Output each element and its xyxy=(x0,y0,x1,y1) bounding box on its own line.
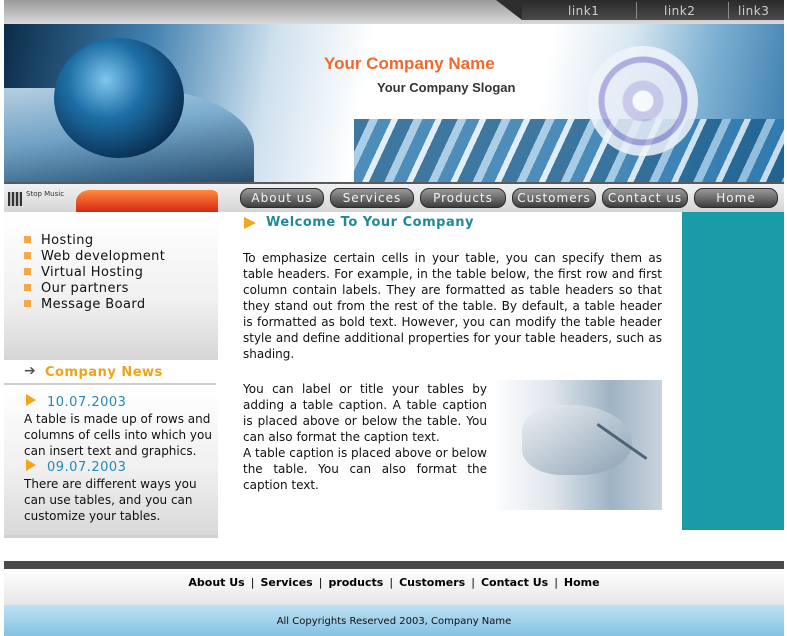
footer-link-products[interactable]: products xyxy=(328,576,383,589)
copyright-text: All Copyrights Reserved 2003, Company Na… xyxy=(4,605,784,636)
sidebar-item-virtual-hosting[interactable]: Virtual Hosting xyxy=(24,265,143,280)
top-link-1[interactable]: link1 xyxy=(568,4,599,18)
nav-about-us[interactable]: About us xyxy=(240,188,324,208)
footer-link-services[interactable]: Services xyxy=(260,576,312,589)
news-date: 09.07.2003 xyxy=(47,460,127,475)
caption-paragraph-part-2: A table caption is placed above or below… xyxy=(243,446,487,492)
company-news-title: Company News xyxy=(45,365,163,380)
sidebar-item-hosting[interactable]: Hosting xyxy=(24,233,94,248)
sidebar-item-label: Web development xyxy=(41,249,166,264)
globe-icon xyxy=(54,38,184,158)
bullet-icon xyxy=(24,268,31,275)
banner-city-graphic xyxy=(354,119,784,182)
company-news-box: 10.07.2003 A table is made up of rows an… xyxy=(4,388,218,538)
page-title: Welcome To Your Company xyxy=(266,215,474,230)
footer-link-home[interactable]: Home xyxy=(564,576,600,589)
stop-music-label: Stop Music xyxy=(26,190,65,198)
top-links-bar: link1 link2 link3 xyxy=(496,0,784,20)
nav-customers[interactable]: Customers xyxy=(512,188,596,208)
footer-separator: | xyxy=(318,576,323,589)
footer-link-customers[interactable]: Customers xyxy=(399,576,465,589)
footer-separator: | xyxy=(389,576,394,589)
footer-separator: | xyxy=(471,576,475,589)
news-text: A table is made up of rows and columns o… xyxy=(24,412,212,458)
sidebar-item-label: Hosting xyxy=(41,233,94,248)
company-name: Your Company Name xyxy=(324,54,495,73)
sidebar-item-our-partners[interactable]: Our partners xyxy=(24,281,129,296)
arrow-right-icon: ➔ xyxy=(24,363,36,379)
bullet-icon xyxy=(24,300,31,307)
stop-music-button[interactable]: Stop Music xyxy=(6,188,74,210)
disc-graphic xyxy=(588,46,698,156)
company-slogan: Your Company Slogan xyxy=(377,80,516,95)
nav-strip: Stop Music About us Services Products Cu… xyxy=(4,182,784,214)
sidebar-item-web-development[interactable]: Web development xyxy=(24,249,165,264)
triangle-marker-icon xyxy=(244,217,256,229)
nav-services[interactable]: Services xyxy=(330,188,414,208)
sidebar-item-label: Virtual Hosting xyxy=(41,265,144,280)
bullet-icon xyxy=(24,236,31,243)
music-bars-icon xyxy=(8,192,22,206)
footer-separator: | xyxy=(554,576,558,589)
nav-products[interactable]: Products xyxy=(420,188,506,208)
sidebar-item-label: Our partners xyxy=(41,281,129,296)
sidebar-menu: Hosting Web development Virtual Hosting … xyxy=(4,214,218,360)
top-link-divider xyxy=(636,2,637,19)
top-bar: link1 link2 link3 xyxy=(4,0,784,24)
left-sidebar: Hosting Web development Virtual Hosting … xyxy=(4,212,218,542)
nav-red-accent xyxy=(76,190,218,214)
news-date: 10.07.2003 xyxy=(47,395,127,410)
footer-link-contact-us[interactable]: Contact Us xyxy=(481,576,548,589)
company-news-header: ➔ Company News xyxy=(4,361,216,385)
caption-paragraph-part-1: You can label or title your tables by ad… xyxy=(243,382,487,444)
intro-paragraph: To emphasize certain cells in your table… xyxy=(243,251,662,361)
bullet-icon xyxy=(24,284,31,291)
header-banner: Your Company Name Your Company Slogan xyxy=(4,24,784,182)
top-link-3[interactable]: link3 xyxy=(738,4,769,18)
footer-link-about-us[interactable]: About Us xyxy=(188,576,244,589)
sidebar-item-message-board[interactable]: Message Board xyxy=(24,297,146,312)
writing-hand-image xyxy=(492,380,662,510)
triangle-marker-icon xyxy=(26,459,36,471)
nav-contact-us[interactable]: Contact us xyxy=(602,188,688,208)
top-link-2[interactable]: link2 xyxy=(664,4,695,18)
footer-divider xyxy=(4,561,784,569)
bullet-icon xyxy=(24,252,31,259)
top-link-divider xyxy=(728,2,729,19)
right-teal-column xyxy=(682,212,784,530)
nav-home[interactable]: Home xyxy=(694,188,778,208)
news-text: There are different ways you can use tab… xyxy=(24,477,197,523)
footer-separator: | xyxy=(250,576,255,589)
triangle-marker-icon xyxy=(26,394,36,406)
sidebar-item-label: Message Board xyxy=(41,297,146,312)
caption-paragraph: You can label or title your tables by ad… xyxy=(243,381,487,493)
footer-links: About Us | Services | products | Customers | Con… xyxy=(4,569,784,605)
